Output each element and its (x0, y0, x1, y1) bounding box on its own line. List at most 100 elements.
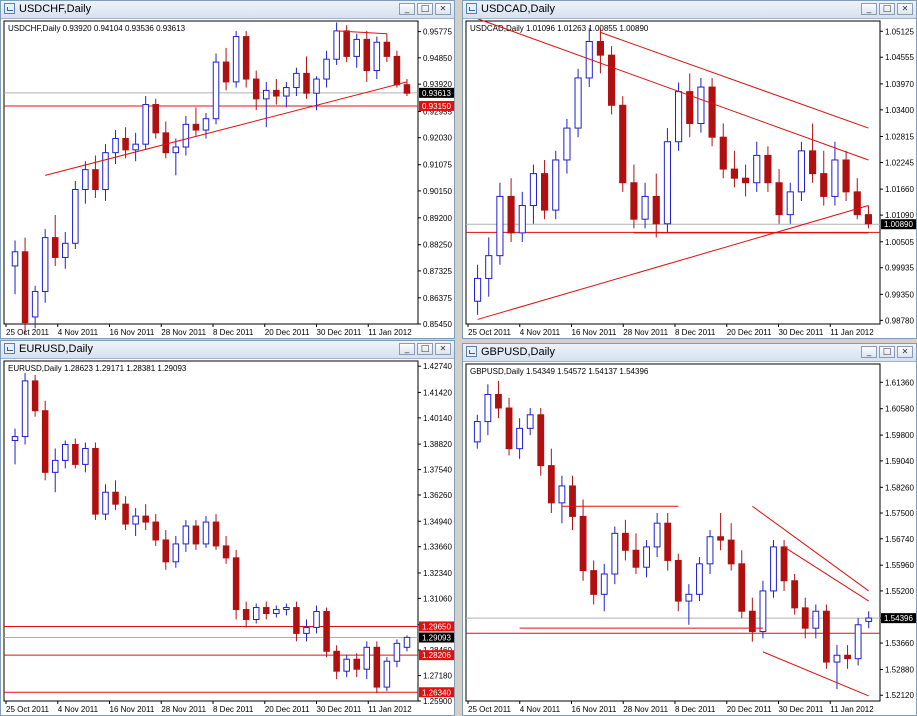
date-tick-label: 25 Oct 2011 (468, 705, 512, 714)
price-tick-label: 0.94850 (423, 54, 452, 63)
candle-body (283, 607, 290, 611)
date-tick-label: 25 Oct 2011 (468, 328, 512, 337)
close-button[interactable]: ✕ (897, 346, 913, 358)
price-chart[interactable]: USDCHF,Daily 0.93920 0.94104 0.93536 0.9… (1, 19, 455, 339)
candle-body (62, 444, 69, 461)
price-tick-label: 1.36260 (423, 491, 452, 500)
candle-body (152, 104, 159, 134)
candle-body (652, 195, 660, 225)
date-tick-label: 28 Nov 2011 (623, 328, 668, 337)
window-title: GBPUSD,Daily (481, 346, 555, 358)
candle-body (353, 658, 360, 670)
price-chart[interactable]: EURUSD,Daily 1.28623 1.29171 1.28381 1.2… (1, 359, 455, 716)
candle-body (643, 546, 650, 568)
date-tick-label: 16 Nov 2011 (572, 328, 617, 337)
candle-body (770, 546, 777, 592)
candle-body (252, 607, 260, 620)
date-tick-label: 8 Dec 2011 (675, 328, 716, 337)
candle-body (222, 545, 230, 559)
date-tick-label: 16 Nov 2011 (110, 328, 155, 337)
candle-body (92, 447, 99, 515)
window-titlebar[interactable]: EURUSD,Daily _ □ ✕ (1, 341, 454, 359)
candle-body (31, 380, 39, 412)
price-tick-label: 1.02245 (885, 158, 914, 167)
date-tick-label: 4 Nov 2011 (520, 328, 561, 337)
plot-area (3, 20, 419, 325)
candle-body (516, 427, 524, 450)
candle-body (11, 251, 19, 267)
candle-body (537, 414, 545, 467)
eurusd-chart-window[interactable]: EURUSD,Daily _ □ ✕ EURUSD,Daily 1.28623 … (0, 340, 455, 716)
candle-body (353, 38, 360, 57)
price-tick-label: 0.87325 (423, 267, 452, 276)
minimize-button[interactable]: _ (861, 346, 877, 358)
price-tick-label: 1.42740 (423, 362, 452, 371)
candle-body (273, 89, 280, 97)
window-titlebar[interactable]: USDCAD,Daily _ □ ✕ (463, 1, 916, 19)
close-button[interactable]: ✕ (435, 3, 451, 15)
window-titlebar[interactable]: USDCHF,Daily _ □ ✕ (1, 1, 454, 19)
candle-body (172, 146, 180, 154)
date-tick-label: 11 Jan 2012 (830, 705, 874, 714)
candle-body (786, 191, 794, 216)
candle-body (293, 72, 300, 89)
candle-body (212, 521, 220, 547)
candle-body (831, 159, 839, 197)
candle-body (708, 86, 716, 138)
candle-body (182, 123, 190, 148)
date-tick-label: 20 Dec 2011 (265, 328, 310, 337)
price-tick-label: 1.33660 (423, 543, 452, 552)
close-button[interactable]: ✕ (897, 3, 913, 15)
price-chart[interactable]: GBPUSD,Daily 1.54349 1.54572 1.54137 1.5… (463, 362, 917, 716)
candle-body (212, 61, 220, 120)
gbpusd-chart-window[interactable]: GBPUSD,Daily _ □ ✕ GBPUSD,Daily 1.54349 … (462, 343, 917, 716)
maximize-button[interactable]: □ (417, 3, 433, 15)
price-tick-label: 1.02815 (885, 133, 914, 142)
maximize-button[interactable]: □ (879, 346, 895, 358)
window-titlebar[interactable]: GBPUSD,Daily _ □ ✕ (463, 344, 916, 362)
candle-body (102, 491, 109, 515)
candle-body (21, 380, 29, 438)
symbol-info: EURUSD,Daily 1.28623 1.29171 1.28381 1.2… (8, 364, 187, 373)
price-chart[interactable]: USDCAD,Daily 1.01096 1.01263 1.00855 1.0… (463, 19, 917, 339)
candle-body (474, 277, 482, 302)
usdchf-chart-window[interactable]: USDCHF,Daily _ □ ✕ USDCHF,Daily 0.93920 … (0, 0, 455, 339)
candle-body (541, 173, 549, 211)
marker-price-label: 1.29093 (422, 634, 451, 643)
price-tick-label: 1.37540 (423, 466, 452, 475)
window-title: USDCAD,Daily (481, 3, 555, 15)
marker-price-label: 1.54396 (884, 614, 913, 623)
minimize-button[interactable]: _ (399, 343, 415, 355)
candle-body (403, 84, 411, 94)
price-tick-label: 1.32340 (423, 569, 452, 578)
symbol-info: USDCHF,Daily 0.93920 0.94104 0.93536 0.9… (8, 24, 186, 33)
candle-body (51, 237, 59, 258)
date-tick-label: 4 Nov 2011 (58, 328, 99, 337)
chart-window-icon (466, 346, 477, 357)
minimize-button[interactable]: _ (861, 3, 877, 15)
candle-body (853, 191, 861, 216)
candle-body (11, 436, 19, 442)
candle-body (854, 624, 862, 660)
marker-price-label: 0.93150 (422, 102, 451, 111)
candle-body (112, 138, 119, 154)
candle-body (72, 188, 79, 244)
marker-price-label: 1.28206 (422, 651, 451, 660)
minimize-button[interactable]: _ (399, 3, 415, 15)
usdcad-chart-window[interactable]: USDCAD,Daily _ □ ✕ USDCAD,Daily 1.01096 … (462, 0, 917, 339)
price-tick-label: 1.41420 (423, 388, 452, 397)
candle-body (797, 150, 805, 193)
window-title: USDCHF,Daily (19, 3, 92, 15)
candle-body (507, 195, 515, 234)
date-tick-label: 20 Dec 2011 (727, 705, 772, 714)
price-tick-label: 0.92030 (423, 134, 452, 143)
candle-body (864, 214, 872, 225)
date-tick-label: 30 Dec 2011 (779, 705, 824, 714)
maximize-button[interactable]: □ (417, 343, 433, 355)
candle-body (473, 421, 481, 443)
date-tick-label: 4 Nov 2011 (58, 705, 99, 714)
price-tick-label: 0.95775 (423, 28, 452, 37)
price-tick-label: 1.05125 (885, 27, 914, 36)
close-button[interactable]: ✕ (435, 343, 451, 355)
maximize-button[interactable]: □ (879, 3, 895, 15)
